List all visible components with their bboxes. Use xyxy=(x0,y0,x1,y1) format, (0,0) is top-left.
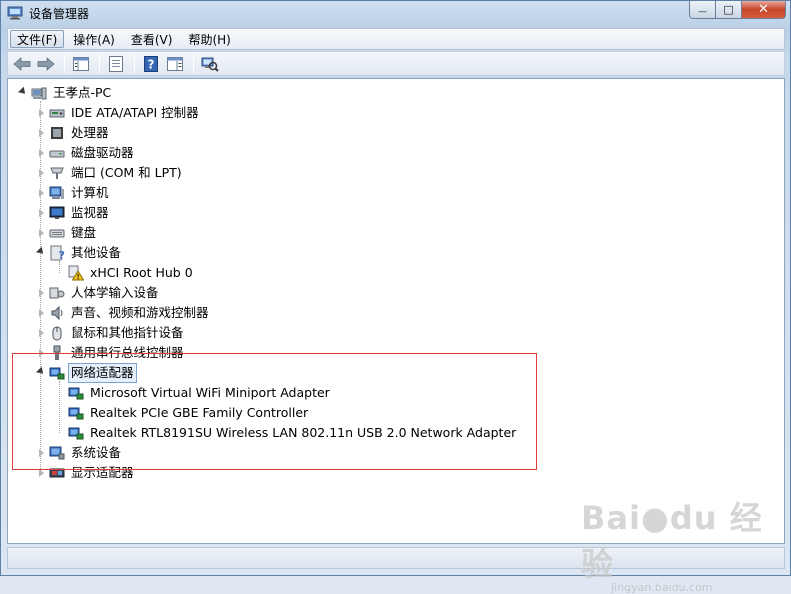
tree-root[interactable]: 王孝点-PC xyxy=(18,83,113,103)
mouse-icon xyxy=(52,326,62,341)
expand-arrow-icon[interactable] xyxy=(36,168,46,178)
tree-root-label: 王孝点-PC xyxy=(53,85,112,100)
port-icon xyxy=(50,167,64,179)
menu-bar: 文件(F) 操作(A) 查看(V) 帮助(H) xyxy=(7,28,785,50)
status-bar xyxy=(7,547,785,569)
expand-arrow-icon[interactable] xyxy=(36,208,46,218)
tree-item-label: 计算机 xyxy=(71,185,109,200)
toolbar: ? xyxy=(7,52,785,76)
device-manager-icon xyxy=(7,6,23,20)
collapse-arrow-icon[interactable] xyxy=(18,86,28,98)
collapse-arrow-icon[interactable] xyxy=(36,246,46,258)
help-button[interactable]: ? xyxy=(140,54,162,74)
expand-arrow-icon[interactable] xyxy=(36,108,46,118)
tree-item-label: xHCI Root Hub 0 xyxy=(90,265,193,280)
console-tree-button[interactable] xyxy=(70,54,92,74)
ide-controller-icon xyxy=(49,109,65,118)
tree-item-label: 其他设备 xyxy=(71,245,122,260)
tree-item-other-devices[interactable]: ? 其他设备 xyxy=(36,243,123,263)
disk-drive-icon xyxy=(49,150,65,158)
expand-arrow-icon[interactable] xyxy=(36,308,46,318)
back-arrow-icon xyxy=(13,56,31,71)
tree-item-label: 端口 (COM 和 LPT) xyxy=(71,165,182,180)
scan-hardware-button[interactable] xyxy=(199,54,221,74)
tree-item-ide[interactable]: IDE ATA/ATAPI 控制器 xyxy=(36,103,201,123)
title-bar[interactable]: 设备管理器 — □ ✕ xyxy=(1,1,790,25)
menu-help[interactable]: 帮助(H) xyxy=(181,30,237,48)
expand-arrow-icon[interactable] xyxy=(36,188,46,198)
tree-item-label: 监视器 xyxy=(71,205,109,220)
processor-icon xyxy=(51,127,63,139)
tree-item-label: 声音、视频和游戏控制器 xyxy=(71,305,209,320)
help-icon: ? xyxy=(144,55,158,72)
properties-button[interactable] xyxy=(105,54,127,74)
tree-item-xhci[interactable]: xHCI Root Hub 0 xyxy=(68,263,195,283)
warning-device-icon xyxy=(68,265,84,281)
speaker-icon xyxy=(51,305,63,321)
expand-arrow-icon[interactable] xyxy=(36,288,46,298)
watermark-url: jingyan.baidu.com xyxy=(611,581,713,594)
tree-item-label: IDE ATA/ATAPI 控制器 xyxy=(71,105,199,120)
annotation-highlight-box xyxy=(12,353,537,470)
menu-file[interactable]: 文件(F) xyxy=(10,30,65,48)
expand-arrow-icon[interactable] xyxy=(36,328,46,338)
tree-item-label: 键盘 xyxy=(71,225,97,240)
properties-icon xyxy=(109,55,123,72)
tree-item-keyboard[interactable]: 键盘 xyxy=(36,223,98,243)
tree-item-label: 磁盘驱动器 xyxy=(71,145,134,160)
action-pane-icon xyxy=(167,56,183,71)
close-icon: ✕ xyxy=(758,2,769,17)
svg-text:?: ? xyxy=(148,57,155,71)
tree-item-disk[interactable]: 磁盘驱动器 xyxy=(36,143,136,163)
forward-button[interactable] xyxy=(35,54,57,74)
expand-arrow-icon[interactable] xyxy=(36,128,46,138)
svg-text:?: ? xyxy=(59,249,65,261)
back-button[interactable] xyxy=(11,54,33,74)
tree-item-label: 处理器 xyxy=(71,125,109,140)
tree-item-mouse[interactable]: 鼠标和其他指针设备 xyxy=(36,323,186,343)
tree-item-label: 鼠标和其他指针设备 xyxy=(71,325,184,340)
maximize-button[interactable]: □ xyxy=(716,1,742,19)
toolbar-separator xyxy=(99,54,100,73)
tree-item-sound[interactable]: 声音、视频和游戏控制器 xyxy=(36,303,211,323)
forward-arrow-icon xyxy=(37,56,55,71)
device-tree[interactable]: 王孝点-PC IDE ATA/ATAPI 控制器 处理器 磁盘驱动器 端口 (C… xyxy=(7,78,785,544)
tree-item-hid[interactable]: 人体学输入设备 xyxy=(36,283,161,303)
show-hide-console-tree-icon xyxy=(73,56,89,71)
menu-action[interactable]: 操作(A) xyxy=(66,30,122,48)
tree-item-port[interactable]: 端口 (COM 和 LPT) xyxy=(36,163,184,183)
toolbar-separator xyxy=(193,54,194,73)
window-controls: — □ ✕ xyxy=(689,1,786,19)
computer-icon xyxy=(31,87,47,100)
keyboard-icon xyxy=(49,229,65,238)
tree-item-processor[interactable]: 处理器 xyxy=(36,123,111,143)
close-button[interactable]: ✕ xyxy=(742,1,786,19)
toolbar-separator xyxy=(134,54,135,73)
toolbar-separator xyxy=(64,54,65,73)
action-pane-button[interactable] xyxy=(164,54,186,74)
hid-icon xyxy=(49,287,65,299)
scan-hardware-icon xyxy=(201,57,219,72)
maximize-icon: □ xyxy=(723,3,734,16)
tree-item-monitor[interactable]: 监视器 xyxy=(36,203,111,223)
monitor-icon xyxy=(49,206,65,219)
minimize-icon: — xyxy=(698,7,707,17)
menu-view[interactable]: 查看(V) xyxy=(124,30,180,48)
tree-item-computer[interactable]: 计算机 xyxy=(36,183,111,203)
expand-arrow-icon[interactable] xyxy=(36,228,46,238)
unknown-device-icon: ? xyxy=(50,245,65,261)
device-manager-window: 设备管理器 — □ ✕ 文件(F) 操作(A) 查看(V) 帮助(H) ? 王孝… xyxy=(0,0,791,594)
tree-item-label: 人体学输入设备 xyxy=(71,285,159,300)
window-title: 设备管理器 xyxy=(29,6,90,21)
minimize-button[interactable]: — xyxy=(689,1,716,19)
computer-icon xyxy=(49,186,64,199)
expand-arrow-icon[interactable] xyxy=(36,148,46,158)
